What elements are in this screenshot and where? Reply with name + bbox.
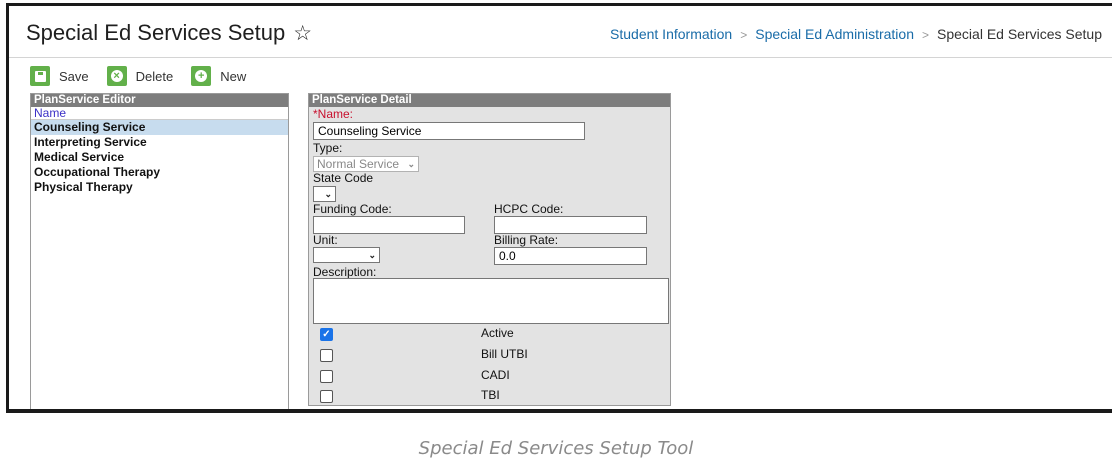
page-title: Special Ed Services Setup ☆ bbox=[26, 20, 312, 46]
name-label: *Name: bbox=[313, 108, 353, 121]
list-item-occupational-therapy[interactable]: Occupational Therapy bbox=[31, 165, 288, 180]
type-select-value: Normal Service bbox=[317, 157, 400, 171]
breadcrumb-special-ed-administration[interactable]: Special Ed Administration bbox=[755, 26, 914, 42]
checkmark-icon: ✓ bbox=[322, 329, 331, 340]
bill-utbi-checkbox-label: Bill UTBI bbox=[481, 347, 528, 361]
chevron-right-icon: > bbox=[740, 28, 748, 42]
name-column-header[interactable]: Name bbox=[31, 107, 288, 120]
tbi-checkbox[interactable] bbox=[320, 390, 333, 403]
planservice-editor: PlanService Editor Name Counseling Servi… bbox=[30, 93, 289, 409]
active-checkbox-label: Active bbox=[481, 326, 514, 340]
page-title-text: Special Ed Services Setup bbox=[26, 20, 286, 45]
page-header: Special Ed Services Setup ☆ Student Infor… bbox=[9, 6, 1112, 58]
add-icon: + bbox=[191, 66, 212, 86]
detail-panel-title: PlanService Detail bbox=[309, 94, 670, 107]
star-outline-icon[interactable]: ☆ bbox=[293, 21, 312, 46]
action-toolbar: Save × Delete + New bbox=[30, 64, 264, 88]
name-field[interactable] bbox=[313, 122, 585, 140]
breadcrumb: Student Information > Special Ed Administr… bbox=[610, 26, 1102, 42]
planservice-detail: PlanService Detail *Name: Type: Normal S… bbox=[308, 93, 671, 406]
funding-code-field[interactable] bbox=[313, 216, 465, 234]
bill-utbi-checkbox[interactable] bbox=[320, 349, 333, 362]
unit-select[interactable]: ⌄ bbox=[313, 247, 380, 263]
chevron-down-icon: ⌄ bbox=[368, 249, 376, 260]
cadi-checkbox[interactable] bbox=[320, 370, 333, 383]
list-item-counseling-service[interactable]: Counseling Service bbox=[31, 120, 288, 135]
hcpc-code-label: HCPC Code: bbox=[494, 202, 564, 216]
save-button[interactable]: Save bbox=[30, 66, 89, 86]
save-button-label: Save bbox=[59, 68, 89, 84]
chevron-down-icon: ⌄ bbox=[324, 188, 332, 199]
type-label: Type: bbox=[313, 141, 343, 155]
editor-panel-title: PlanService Editor bbox=[31, 94, 288, 107]
chevron-right-icon: > bbox=[922, 28, 930, 42]
billing-rate-label: Billing Rate: bbox=[494, 233, 559, 247]
cadi-checkbox-label: CADI bbox=[481, 368, 510, 382]
breadcrumb-student-information[interactable]: Student Information bbox=[610, 26, 732, 42]
tbi-checkbox-label: TBI bbox=[481, 388, 500, 402]
state-code-select[interactable]: ⌄ bbox=[313, 186, 336, 202]
breadcrumb-current: Special Ed Services Setup bbox=[937, 26, 1102, 42]
delete-button[interactable]: × Delete bbox=[106, 66, 174, 86]
chevron-down-icon: ⌄ bbox=[407, 158, 415, 169]
hcpc-code-field[interactable] bbox=[494, 216, 647, 234]
delete-icon: × bbox=[106, 66, 127, 86]
save-icon bbox=[30, 66, 50, 86]
list-item-physical-therapy[interactable]: Physical Therapy bbox=[31, 180, 288, 195]
delete-button-label: Delete bbox=[135, 68, 174, 84]
list-item-medical-service[interactable]: Medical Service bbox=[31, 150, 288, 165]
funding-code-label: Funding Code: bbox=[313, 202, 392, 216]
list-item-interpreting-service[interactable]: Interpreting Service bbox=[31, 135, 288, 150]
name-label-text: Name: bbox=[317, 107, 354, 121]
active-checkbox[interactable]: ✓ bbox=[320, 328, 333, 341]
new-button-label: New bbox=[220, 68, 247, 84]
billing-rate-field[interactable] bbox=[494, 247, 647, 265]
unit-label: Unit: bbox=[313, 233, 338, 247]
description-textarea[interactable] bbox=[313, 278, 669, 324]
state-code-label: State Code bbox=[313, 171, 374, 185]
figure-caption: Special Ed Services Setup Tool bbox=[418, 438, 694, 459]
new-button[interactable]: + New bbox=[191, 66, 246, 86]
type-select[interactable]: Normal Service ⌄ bbox=[313, 156, 419, 172]
app-window: Special Ed Services Setup ☆ Student Infor… bbox=[6, 3, 1112, 413]
